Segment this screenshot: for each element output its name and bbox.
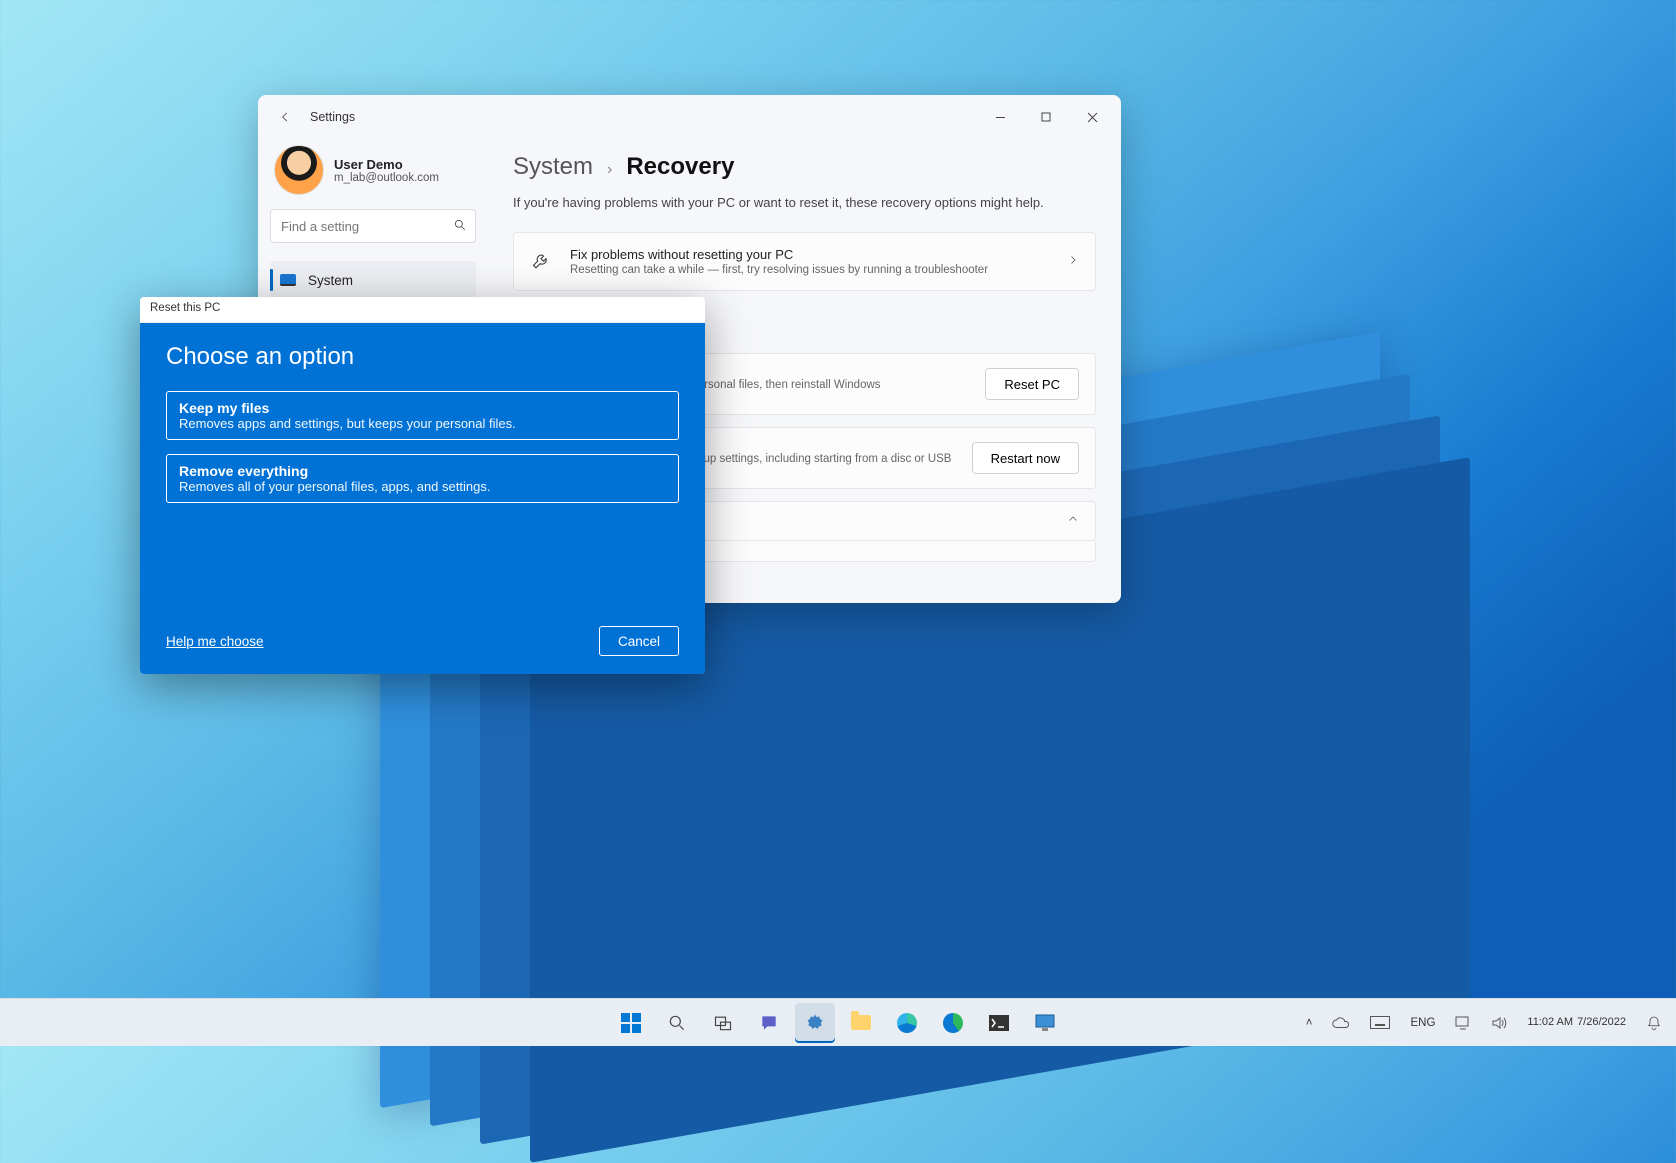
option-remove-everything[interactable]: Remove everything Removes all of your pe… [166,454,679,503]
chevron-up-icon [1067,512,1079,530]
option-desc: Removes apps and settings, but keeps you… [179,416,666,431]
reset-pc-button[interactable]: Reset PC [985,368,1079,400]
language-label: ENG [1410,1017,1435,1029]
back-button[interactable] [270,102,300,132]
sidebar-item-label: System [308,273,353,288]
network-icon [1455,1016,1471,1030]
maximize-button[interactable] [1023,100,1069,134]
option-title: Keep my files [179,400,666,416]
search-icon [453,218,467,235]
user-email: m_lab@outlook.com [334,172,439,184]
folder-icon [851,1015,871,1030]
taskbar-search-button[interactable] [657,1003,697,1043]
windows-icon [621,1013,641,1033]
gear-icon [804,1012,826,1034]
option-desc: Removes all of your personal files, apps… [179,479,666,494]
chevron-right-icon [1067,253,1079,271]
tray-overflow-button[interactable]: ˄ [1302,1013,1317,1033]
start-button[interactable] [611,1003,651,1043]
search-input[interactable] [281,219,443,234]
taskbar-app-edge[interactable] [887,1003,927,1043]
tray-language-button[interactable]: ENG [1406,1013,1439,1033]
tray-network-button[interactable] [1451,1012,1475,1034]
task-view-button[interactable] [703,1003,743,1043]
user-profile[interactable]: User Demo m_lab@outlook.com [270,139,476,209]
taskbar-app-terminal[interactable] [979,1003,1019,1043]
search-icon [666,1012,688,1034]
cancel-button[interactable]: Cancel [599,626,679,656]
clock-date: 7/26/2022 [1577,1016,1626,1030]
sidebar-item-system[interactable]: System [270,261,476,299]
system-tray: ˄ ENG 11:02 AM 7/26/2022 [1302,1011,1666,1035]
taskbar-app-edge-canary[interactable] [933,1003,973,1043]
taskbar-app-settings[interactable] [795,1003,835,1043]
card-desc: Resetting can take a while — first, try … [570,264,988,276]
card-title: Fix problems without resetting your PC [570,247,988,262]
breadcrumb: System › Recovery [513,153,1096,181]
chevron-right-icon: › [607,161,612,179]
help-me-choose-link[interactable]: Help me choose [166,634,264,649]
dialog-heading: Choose an option [166,343,679,371]
bell-icon [1646,1015,1662,1031]
volume-icon [1491,1016,1507,1030]
avatar [274,145,324,195]
tray-onedrive-button[interactable] [1328,1013,1354,1033]
user-name: User Demo [334,157,439,172]
wrench-icon [530,252,552,272]
search-input-wrap[interactable] [270,209,476,243]
restart-now-button[interactable]: Restart now [972,442,1079,474]
taskbar: ˄ ENG 11:02 AM 7/26/2022 [0,998,1676,1046]
window-title: Settings [310,110,355,124]
system-icon [280,274,296,286]
breadcrumb-parent[interactable]: System [513,153,593,181]
card-fix-problems[interactable]: Fix problems without resetting your PC R… [513,232,1096,291]
tray-clock[interactable]: 11:02 AM 7/26/2022 [1523,1012,1630,1034]
minimize-button[interactable] [977,100,1023,134]
page-description: If you're having problems with your PC o… [513,195,1096,210]
minimize-icon [995,112,1006,123]
close-button[interactable] [1069,100,1115,134]
clock-time: 11:02 AM [1527,1016,1573,1030]
dialog-titlebar: Reset this PC [140,297,705,323]
close-icon [1087,112,1098,123]
cloud-icon [1332,1017,1350,1029]
arrow-left-icon [278,110,292,124]
tray-volume-button[interactable] [1487,1012,1511,1034]
chevron-up-icon: ˄ [1306,1017,1313,1029]
option-keep-my-files[interactable]: Keep my files Removes apps and settings,… [166,391,679,440]
nav: System [270,261,476,299]
monitor-icon [1034,1012,1056,1034]
breadcrumb-current: Recovery [626,153,734,181]
reset-pc-dialog: Reset this PC Choose an option Keep my f… [140,297,705,674]
terminal-icon [988,1012,1010,1034]
maximize-icon [1041,112,1051,122]
taskbar-app-generic[interactable] [1025,1003,1065,1043]
keyboard-icon [1370,1016,1390,1029]
option-title: Remove everything [179,463,666,479]
edge-icon [897,1013,917,1033]
chat-button[interactable] [749,1003,789,1043]
tray-notifications-button[interactable] [1642,1011,1666,1035]
tray-keyboard-button[interactable] [1366,1012,1394,1033]
edge-canary-icon [943,1013,963,1033]
taskbar-app-explorer[interactable] [841,1003,881,1043]
task-view-icon [712,1012,734,1034]
titlebar: Settings [258,95,1121,139]
chat-icon [758,1012,780,1034]
